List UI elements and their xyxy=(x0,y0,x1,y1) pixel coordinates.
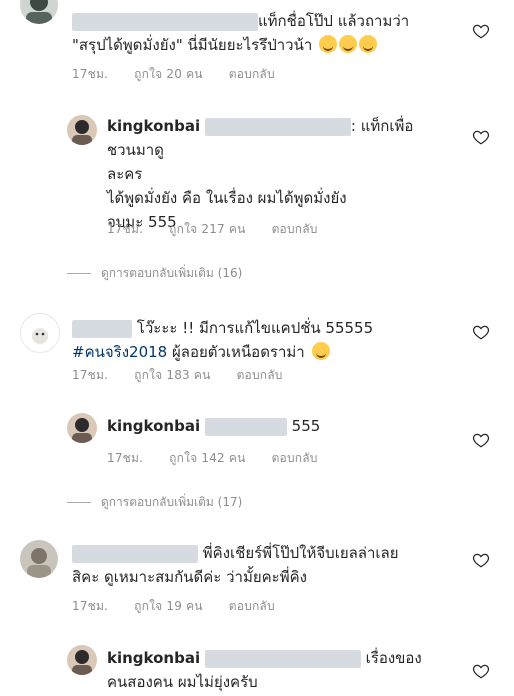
reply-text: kingkonbai 555 xyxy=(107,417,321,436)
blurred-username xyxy=(72,319,132,338)
commenter-avatar[interactable] xyxy=(20,0,58,24)
reply-meta: 17ชม. ถูกใจ 217 คน ตอบกลับ xyxy=(107,220,340,239)
reply-username[interactable]: kingkonbai xyxy=(107,117,200,135)
comment-time: 17ชม. xyxy=(72,599,109,613)
reply-button[interactable]: ตอบกลับ xyxy=(272,451,318,465)
comment-meta: 17ชม. ถูกใจ 19 คน ตอบกลับ xyxy=(72,597,297,616)
comment-text: พี่คิงเชียร์พี่โป๊ปให้จีบเยลล่าเลย สิคะ … xyxy=(72,544,399,586)
reply-avatar[interactable] xyxy=(67,115,97,145)
reply-avatar[interactable] xyxy=(67,413,97,443)
commenter-avatar[interactable] xyxy=(20,313,60,353)
like-heart-icon[interactable] xyxy=(472,431,490,449)
reply-text: kingkonbai เรื่องของ คนสองคน ผมไม่ยุ่งคร… xyxy=(107,649,422,691)
blurred-username xyxy=(72,544,198,563)
divider-line xyxy=(67,502,91,503)
rofl-emoji xyxy=(339,35,358,53)
likes-count[interactable]: ถูกใจ 183 คน xyxy=(134,368,210,382)
like-heart-icon[interactable] xyxy=(472,323,490,341)
comment-meta: 17ชม. ถูกใจ 183 คน ตอบกลับ xyxy=(72,366,305,385)
blurred-username xyxy=(204,117,351,136)
commenter-avatar[interactable] xyxy=(20,540,58,578)
like-heart-icon[interactable] xyxy=(472,551,490,569)
blurred-username xyxy=(72,12,258,31)
rofl-emoji xyxy=(319,35,338,53)
reply-username[interactable]: kingkonbai xyxy=(107,649,200,667)
reply-avatar[interactable] xyxy=(67,645,97,675)
rofl-emoji xyxy=(359,35,378,53)
reply-username[interactable]: kingkonbai xyxy=(107,417,200,435)
divider-line xyxy=(67,273,91,274)
comment-time: 17ชม. xyxy=(72,368,109,382)
reply-button[interactable]: ตอบกลับ xyxy=(237,368,283,382)
comment-meta: 17ชม. ถูกใจ 20 คน ตอบกลับ xyxy=(72,65,297,84)
like-heart-icon[interactable] xyxy=(472,22,490,40)
blurred-username xyxy=(204,417,287,436)
grin-sweat-emoji xyxy=(311,342,330,360)
comment-time: 17ชม. xyxy=(72,67,109,81)
likes-count[interactable]: ถูกใจ 19 คน xyxy=(134,599,203,613)
likes-count[interactable]: ถูกใจ 20 คน xyxy=(134,67,203,81)
comment-text: โว๊ะะะ !! มีการแก้ไขแคปชั่น 55555 #คนจริ… xyxy=(72,319,374,361)
view-more-replies[interactable]: ดูการตอบกลับเพิ่มเติม (17) xyxy=(67,493,242,512)
likes-count[interactable]: ถูกใจ 142 คน xyxy=(169,451,245,465)
like-heart-icon[interactable] xyxy=(472,128,490,146)
reply-time: 17ชม. xyxy=(107,222,144,236)
view-more-replies[interactable]: ดูการตอบกลับเพิ่มเติม (16) xyxy=(67,264,242,283)
blurred-username xyxy=(204,649,361,668)
reply-button[interactable]: ตอบกลับ xyxy=(272,222,318,236)
reply-text: kingkonbai : แท็กเพื่อชวนมาดู ละคร ได้พู… xyxy=(107,117,414,231)
reply-button[interactable]: ตอบกลับ xyxy=(229,67,275,81)
comment-text: แท็กชื่อโป๊ป แล้วถามว่า "สรุปได้พูดมั่งย… xyxy=(72,12,410,54)
reply-button[interactable]: ตอบกลับ xyxy=(229,599,275,613)
hashtag-link[interactable]: #คนจริง2018 xyxy=(72,343,167,361)
like-heart-icon[interactable] xyxy=(472,662,490,680)
reply-time: 17ชม. xyxy=(107,451,144,465)
likes-count[interactable]: ถูกใจ 217 คน xyxy=(169,222,245,236)
reply-meta: 17ชม. ถูกใจ 142 คน ตอบกลับ xyxy=(107,449,340,468)
